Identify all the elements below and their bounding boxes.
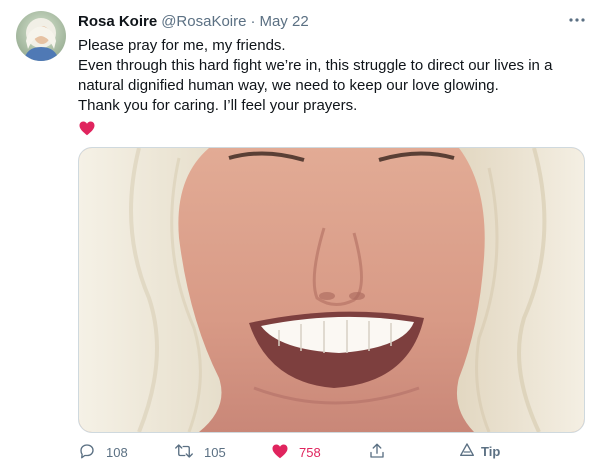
author-handle[interactable]: @RosaKoire bbox=[161, 13, 246, 30]
retweet-icon bbox=[174, 442, 194, 463]
tip-button[interactable]: Tip bbox=[459, 442, 500, 461]
tweet-body: Rosa Koire @RosaKoire · May 22 Please pr… bbox=[78, 0, 584, 137]
red-heart-emoji bbox=[78, 119, 584, 137]
share-icon bbox=[368, 442, 386, 463]
tip-label: Tip bbox=[481, 444, 501, 459]
tweet-actions: 108 105 758 Tip bbox=[78, 442, 558, 464]
share-button[interactable] bbox=[368, 442, 386, 463]
author-name[interactable]: Rosa Koire bbox=[78, 13, 157, 30]
like-count: 758 bbox=[299, 445, 321, 460]
reply-icon bbox=[78, 442, 96, 463]
tweet-line: Even through this hard fight we’re in, t… bbox=[78, 57, 553, 94]
reply-button[interactable]: 108 bbox=[78, 442, 128, 463]
retweet-button[interactable]: 105 bbox=[174, 442, 226, 463]
more-icon[interactable] bbox=[566, 9, 588, 31]
tweet-line: Thank you for caring. I’ll feel your pra… bbox=[78, 97, 358, 114]
like-button[interactable]: 758 bbox=[271, 442, 321, 463]
tweet-header: Rosa Koire @RosaKoire · May 22 bbox=[78, 11, 584, 31]
tweet-photo[interactable] bbox=[78, 147, 585, 433]
like-icon bbox=[271, 442, 289, 463]
reply-count: 108 bbox=[106, 445, 128, 460]
tip-icon bbox=[459, 442, 475, 461]
retweet-count: 105 bbox=[204, 445, 226, 460]
header-separator: · bbox=[250, 12, 256, 30]
tweet-text: Please pray for me, my friends. Even thr… bbox=[78, 36, 584, 137]
tweet-line: Please pray for me, my friends. bbox=[78, 37, 286, 54]
tweet[interactable]: Rosa Koire @RosaKoire · May 22 Please pr… bbox=[0, 0, 600, 475]
tweet-date[interactable]: May 22 bbox=[259, 13, 308, 30]
avatar[interactable] bbox=[16, 11, 66, 61]
